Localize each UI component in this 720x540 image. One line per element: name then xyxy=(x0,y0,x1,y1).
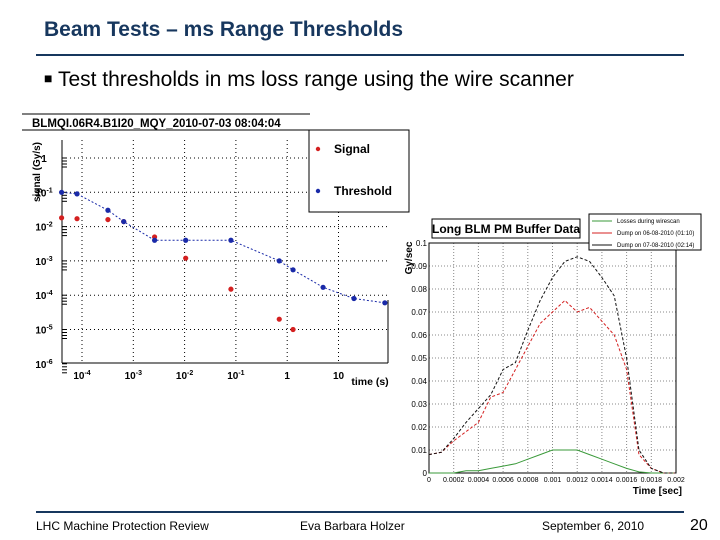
threshold-point xyxy=(382,300,388,306)
y-tick-label: 0.1 xyxy=(416,239,428,248)
x-tick-label: 0.0008 xyxy=(517,477,539,484)
threshold-chart: BLMQI.06R4.B1I20_MQY_2010-07-03 08:04:04… xyxy=(22,113,410,388)
x-tick-label: 0.0018 xyxy=(641,477,663,484)
threshold-point xyxy=(151,237,158,243)
buffer-chart: 00.010.020.030.040.050.060.070.080.090.1… xyxy=(403,213,703,503)
y-tick-label: 0.08 xyxy=(411,285,427,294)
y-tick-label: 10-5 xyxy=(35,325,52,337)
x-tick-label: 10 xyxy=(333,371,345,382)
threshold-point xyxy=(228,237,234,243)
legend-label: Losses during wirescan xyxy=(617,219,680,225)
footer-author: Eva Barbara Holzer xyxy=(300,519,405,533)
y-tick-label: 0.05 xyxy=(411,354,427,363)
threshold-point xyxy=(276,258,282,264)
y-tick-label: 10-3 xyxy=(35,256,52,268)
footer-date: September 6, 2010 xyxy=(542,519,645,533)
x-tick-label: 0.0016 xyxy=(616,477,638,484)
threshold-point xyxy=(105,207,111,213)
x-tick-label: 10-2 xyxy=(176,370,193,382)
x-tick-label: 0.0006 xyxy=(492,477,514,484)
signal-point xyxy=(276,316,282,322)
x-axis-label: Time [sec] xyxy=(633,486,682,497)
signal-point xyxy=(183,255,189,261)
threshold-point xyxy=(121,218,127,225)
chart-title: BLMQI.06R4.B1I20_MQY_2010-07-03 08:04:04 xyxy=(32,118,281,130)
threshold-point xyxy=(58,189,65,195)
signal-point xyxy=(74,216,80,222)
x-tick-label: 0.0012 xyxy=(566,477,588,484)
x-tick-label: 1 xyxy=(284,371,290,382)
footer-event: LHC Machine Protection Review xyxy=(36,519,209,533)
charts: BLMQI.06R4.B1I20_MQY_2010-07-03 08:04:04… xyxy=(22,113,703,503)
threshold-point xyxy=(74,191,80,197)
y-tick-label: 10-2 xyxy=(35,222,52,234)
threshold-point xyxy=(351,295,357,302)
threshold-point xyxy=(183,237,189,243)
x-tick-label: 0.001 xyxy=(544,477,562,484)
y-tick-label: 0.04 xyxy=(411,377,427,386)
x-tick-label: 10-3 xyxy=(125,370,142,382)
x-tick-label: 0 xyxy=(427,477,431,484)
x-axis-label: time (s) xyxy=(351,376,388,388)
legend-label: Dump on 06-08-2010 (01:10) xyxy=(617,231,694,237)
footer-divider xyxy=(36,511,684,513)
x-tick-label: 0.0014 xyxy=(591,477,613,484)
signal-point xyxy=(228,286,234,292)
signal-point xyxy=(290,326,296,333)
y-axis-label: signal (Gy/s) xyxy=(32,142,43,202)
x-tick-label: 0.0004 xyxy=(468,477,490,484)
y-tick-label: 0.03 xyxy=(411,400,427,409)
y-axis-label: Gy/sec xyxy=(404,241,415,274)
y-tick-label: 0.01 xyxy=(411,446,427,455)
chart-title: Long BLM PM Buffer Data xyxy=(432,222,580,236)
page-number: 20 xyxy=(690,517,708,534)
legend-label: Threshold xyxy=(334,184,392,198)
x-tick-label: 0.0002 xyxy=(443,477,465,484)
threshold-point xyxy=(290,267,296,273)
y-tick-label: 0.02 xyxy=(411,423,427,432)
legend-marker xyxy=(315,146,321,152)
legend-label: Signal xyxy=(334,142,370,156)
signal-point xyxy=(105,216,111,223)
x-tick-label: 10-1 xyxy=(227,370,244,382)
x-tick-label: 0.002 xyxy=(667,477,685,484)
y-tick-label: 0.06 xyxy=(411,331,427,340)
threshold-point xyxy=(320,284,326,290)
legend-label: Dump on 07-08-2010 (02:14) xyxy=(617,243,694,249)
y-tick-label: 0.07 xyxy=(411,308,427,317)
y-tick-label: 10-4 xyxy=(35,290,52,302)
signal-point xyxy=(58,215,65,221)
x-tick-label: 10-4 xyxy=(73,370,90,382)
y-tick-label: 10-6 xyxy=(35,359,52,371)
legend-marker xyxy=(315,188,321,194)
